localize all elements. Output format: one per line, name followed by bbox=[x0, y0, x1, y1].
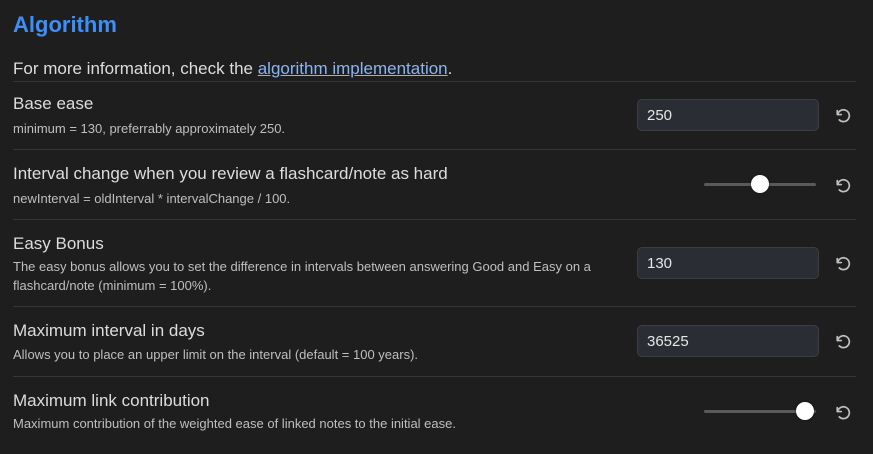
section-title: Algorithm bbox=[13, 12, 117, 37]
reset-icon bbox=[835, 405, 850, 419]
reset-icon bbox=[835, 334, 850, 348]
setting-name: Interval change when you review a flashc… bbox=[13, 164, 448, 183]
setting-description: The easy bonus allows you to set the dif… bbox=[13, 259, 591, 293]
base-ease-input[interactable] bbox=[637, 99, 819, 131]
intro-text: For more information, check the algorith… bbox=[13, 58, 452, 80]
setting-maximum-link-contribution: Maximum link contribution Maximum contri… bbox=[13, 376, 856, 454]
easy-bonus-input[interactable] bbox=[637, 247, 819, 279]
setting-description: newInterval = oldInterval * intervalChan… bbox=[13, 191, 291, 206]
setting-name: Easy Bonus bbox=[13, 234, 104, 253]
reset-maximum-link-contribution-button[interactable] bbox=[831, 401, 853, 423]
setting-description: minimum = 130, preferrably approximately… bbox=[13, 121, 286, 136]
reset-maximum-interval-button[interactable] bbox=[831, 330, 853, 352]
maximum-link-contribution-slider[interactable] bbox=[704, 402, 816, 420]
reset-icon bbox=[835, 108, 850, 122]
maximum-interval-input[interactable] bbox=[637, 325, 819, 357]
setting-name: Base ease bbox=[13, 94, 94, 113]
reset-interval-change-button[interactable] bbox=[831, 174, 853, 196]
reset-base-ease-button[interactable] bbox=[831, 104, 853, 126]
setting-name: Maximum interval in days bbox=[13, 321, 205, 340]
intro-prefix: For more information, check the bbox=[13, 59, 258, 78]
setting-description: Maximum contribution of the weighted eas… bbox=[13, 416, 456, 431]
algorithm-implementation-link[interactable]: algorithm implementation bbox=[258, 59, 448, 78]
interval-change-slider[interactable] bbox=[704, 175, 816, 193]
setting-interval-change-hard: Interval change when you review a flashc… bbox=[13, 149, 856, 219]
reset-icon bbox=[835, 256, 850, 270]
slider-thumb[interactable] bbox=[751, 175, 769, 193]
intro-suffix: . bbox=[447, 59, 453, 78]
setting-description: Allows you to place an upper limit on th… bbox=[13, 347, 419, 362]
setting-base-ease: Base ease minimum = 130, preferrably app… bbox=[13, 81, 856, 149]
reset-easy-bonus-button[interactable] bbox=[831, 252, 853, 274]
setting-maximum-interval: Maximum interval in days Allows you to p… bbox=[13, 306, 856, 376]
setting-name: Maximum link contribution bbox=[13, 391, 210, 410]
setting-easy-bonus: Easy Bonus The easy bonus allows you to … bbox=[13, 219, 856, 306]
reset-icon bbox=[835, 178, 850, 192]
slider-thumb[interactable] bbox=[795, 402, 814, 420]
